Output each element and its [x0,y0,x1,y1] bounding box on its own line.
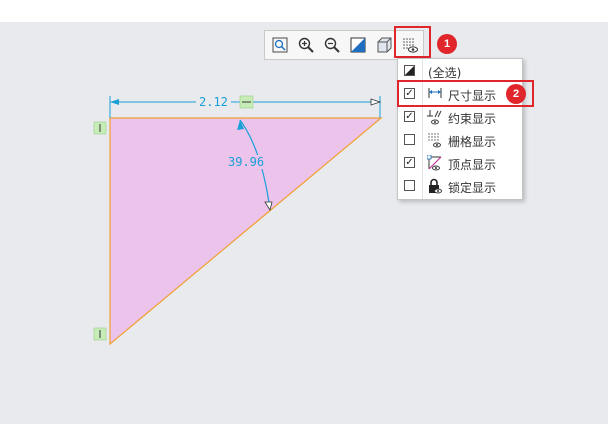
zoom-out-icon [324,37,340,53]
menu-item-vertex-display[interactable]: ✓ 顶点显示 [398,152,522,175]
menu-item-label: (全选) [428,66,462,80]
box-view-button[interactable] [375,36,393,54]
zoom-fit-button[interactable] [271,36,289,54]
menu-item-constraint-display[interactable]: ✓ 约束显示 [398,106,522,129]
zoom-fit-icon [272,37,288,53]
highlight-display-filter [394,26,431,58]
checkbox-vertex-display[interactable]: ✓ [404,157,415,168]
vertical-constraint-marker-top [93,121,107,135]
zoom-in-icon [298,37,314,53]
checkbox-lock-display[interactable] [404,180,415,191]
menu-item-label: 顶点显示 [448,158,497,172]
dimension-length-label[interactable]: 2.12 [196,95,231,109]
lock-display-icon [429,178,442,194]
menu-item-label: 栅格显示 [448,135,497,149]
zoom-in-button[interactable] [297,36,315,54]
triangle-face [109,117,383,346]
checkbox-constraint-display[interactable]: ✓ [404,111,415,122]
checkbox-grid-display[interactable] [404,134,415,145]
shaded-view-button[interactable] [349,36,367,54]
box-view-icon [377,37,392,53]
vertical-constraint-marker-bottom [93,327,107,341]
dimension-arrow-right [370,98,382,106]
menu-item-grid-display[interactable]: 栅格显示 [398,129,522,152]
vertex-display-icon [427,155,442,171]
dimension-arrow-left [110,99,119,105]
menu-item-label: 约束显示 [448,112,497,126]
menu-item-label: 锁定显示 [448,181,497,195]
grid-display-icon [428,133,441,148]
menu-item-lock-display[interactable]: 锁定显示 [398,175,522,198]
dimension-angle-label[interactable]: 39.96 [226,155,267,169]
horizontal-constraint-marker [239,95,254,109]
callout-badge-2: 2 [506,84,526,104]
checkbox-select-all[interactable] [404,65,415,76]
constraint-display-icon [427,110,442,125]
callout-badge-1: 1 [437,34,457,54]
zoom-out-button[interactable] [323,36,341,54]
shaded-view-icon [350,37,366,53]
